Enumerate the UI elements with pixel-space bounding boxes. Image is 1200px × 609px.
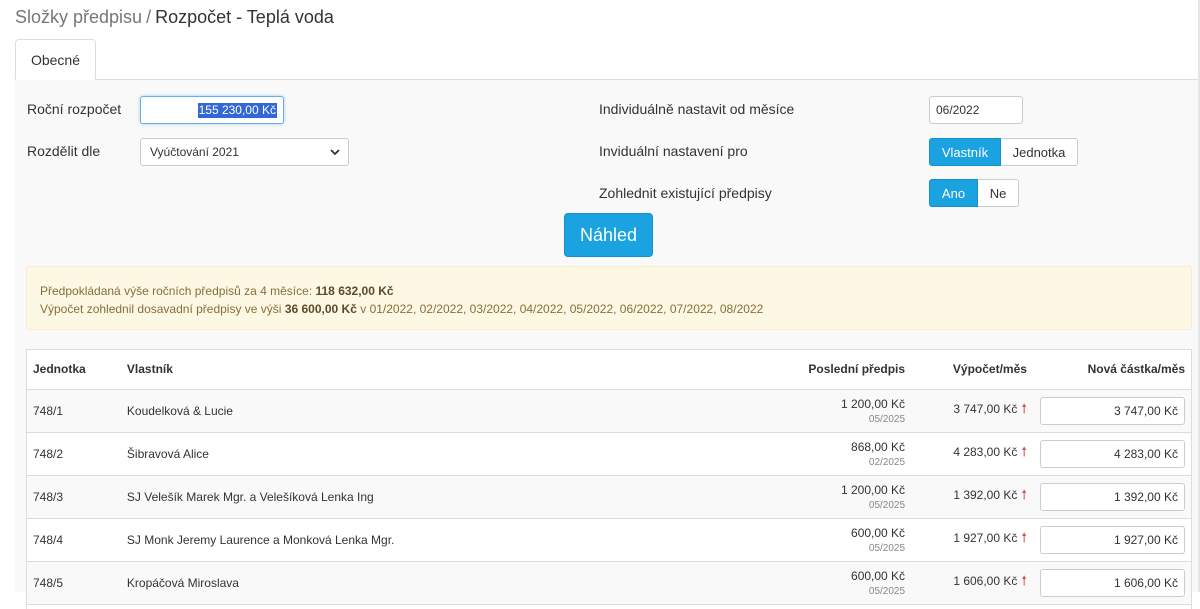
cell-new: 4 283,00 Kč (1032, 432, 1191, 476)
last-amount: 600,00 Kč (851, 568, 906, 583)
individual-from-input[interactable]: 06/2022 (929, 96, 1023, 124)
cell-new: 3 747,00 Kč (1032, 389, 1191, 433)
alert-line-2-prefix: Výpočet zohlednil dosavadní předpisy ve … (40, 302, 282, 316)
table-row: 748/2 Šibravová Alice 868,00 Kč 02/2025 4… (27, 432, 1191, 476)
yes-option-button[interactable]: Ano (929, 179, 978, 207)
preview-button[interactable]: Náhled (564, 213, 653, 257)
column-header-new[interactable]: Nová částka/měs (1032, 350, 1191, 390)
cell-unit: 748/2 (27, 432, 121, 476)
consider-existing-label: Zohlednit existující předpisy (599, 185, 772, 201)
split-by-value: Vyúčtování 2021 (150, 145, 239, 159)
last-amount: 1 200,00 Kč (841, 396, 906, 411)
no-option-button[interactable]: Ne (978, 179, 1019, 207)
arrow-up-icon: 🠕 (1021, 443, 1027, 459)
table-row: 748/3 SJ Velešík Marek Mgr. a Velešíková… (27, 475, 1191, 519)
column-header-unit[interactable]: Jednotka (27, 350, 121, 390)
arrow-up-icon: 🠕 (1021, 529, 1027, 545)
table-row: 748/5 Kropáčová Miroslava 600,00 Kč 05/20… (27, 561, 1191, 605)
alert-line-1-amount: 118 632,00 Kč (315, 284, 394, 298)
arrow-up-icon: 🠕 (1021, 486, 1027, 502)
cell-owner: Koudelková & Lucie (120, 389, 680, 433)
individual-from-label: Individuálně nastavit od měsíce (599, 101, 795, 117)
cell-last: 600,00 Kč 05/2025 (679, 518, 912, 562)
page-title: Rozpočet - Teplá voda (155, 7, 334, 27)
owner-option-button[interactable]: Vlastník (929, 138, 1001, 166)
breadcrumb-parent[interactable]: Složky předpisu (15, 7, 142, 27)
last-date: 02/2025 (868, 456, 906, 468)
cell-calc: 1 927,00 Kč 🠕 (911, 518, 1033, 562)
column-header-last[interactable]: Poslední předpis (679, 350, 912, 390)
individual-from-value: 06/2022 (936, 103, 980, 117)
cell-owner: Kropáčová Miroslava (120, 561, 680, 605)
split-by-select[interactable]: Vyúčtování 2021 (140, 138, 349, 166)
cell-unit: 748/4 (27, 518, 121, 562)
cell-calc: 1 606,00 Kč 🠕 (911, 561, 1033, 605)
cell-calc: 1 392,00 Kč 🠕 (911, 475, 1033, 519)
alert-line-2: Výpočet zohlednil dosavadní předpisy ve … (40, 300, 1178, 318)
last-date: 05/2025 (868, 542, 906, 554)
cell-unit: 748/3 (27, 475, 121, 519)
breadcrumb: Složky předpisu / Rozpočet - Teplá voda (15, 7, 334, 28)
calc-amount: 1 392,00 Kč (953, 487, 1018, 502)
alert-line-2-suffix: v 01/2022, 02/2022, 03/2022, 04/2022, 05… (360, 302, 764, 316)
table-row: 748/1 Koudelková & Lucie 1 200,00 Kč 05/2… (27, 389, 1191, 433)
annual-budget-label: Roční rozpočet (27, 101, 122, 117)
calc-amount: 4 283,00 Kč (953, 444, 1018, 459)
annual-budget-input[interactable]: 155 230,00 Kč (140, 96, 284, 124)
table-row: 748/4 SJ Monk Jeremy Laurence a Monková … (27, 518, 1191, 562)
cell-calc: 3 747,00 Kč 🠕 (911, 389, 1033, 433)
alert-line-2-amount: 36 600,00 Kč (284, 302, 357, 316)
allocation-table: Jednotka Vlastník Poslední předpis Výpoč… (27, 350, 1191, 605)
individual-for-toggle: Vlastník Jednotka (929, 138, 1078, 166)
cell-owner: SJ Velešík Marek Mgr. a Velešíková Lenka… (120, 475, 680, 519)
last-date: 05/2025 (868, 413, 906, 425)
alert-line-1-prefix: Předpokládaná výše ročních předpisů za 4… (40, 284, 313, 298)
cell-last: 868,00 Kč 02/2025 (679, 432, 912, 476)
cell-calc: 4 283,00 Kč 🠕 (911, 432, 1033, 476)
new-amount-input[interactable]: 1 606,00 Kč (1040, 568, 1185, 597)
new-amount-input[interactable]: 4 283,00 Kč (1040, 439, 1185, 468)
consider-existing-toggle: Ano Ne (929, 179, 1019, 207)
new-amount-input[interactable]: 3 747,00 Kč (1040, 396, 1185, 425)
calc-amount: 1 927,00 Kč (953, 530, 1018, 545)
chevron-down-icon (330, 149, 340, 156)
table-header-row: Jednotka Vlastník Poslední předpis Výpoč… (27, 350, 1191, 390)
tab-general[interactable]: Obecné (15, 39, 96, 80)
calc-amount: 3 747,00 Kč (953, 401, 1018, 416)
breadcrumb-separator: / (146, 7, 152, 27)
annual-budget-value: 155 230,00 Kč (197, 103, 277, 118)
cell-unit: 748/5 (27, 561, 121, 605)
column-header-owner[interactable]: Vlastník (120, 350, 680, 390)
last-amount: 600,00 Kč (851, 525, 906, 540)
cell-new: 1 927,00 Kč (1032, 518, 1191, 562)
cell-new: 1 606,00 Kč (1032, 561, 1191, 605)
cell-last: 1 200,00 Kč 05/2025 (679, 389, 912, 433)
arrow-up-icon: 🠕 (1021, 572, 1027, 588)
alert-line-1: Předpokládaná výše ročních předpisů za 4… (40, 282, 1178, 300)
last-date: 05/2025 (868, 585, 906, 597)
split-by-label: Rozdělit dle (27, 143, 101, 159)
last-amount: 1 200,00 Kč (841, 482, 906, 497)
new-amount-input[interactable]: 1 927,00 Kč (1040, 525, 1185, 554)
last-amount: 868,00 Kč (851, 439, 906, 454)
calc-amount: 1 606,00 Kč (953, 573, 1018, 588)
individual-for-label: Inviduální nastavení pro (599, 143, 748, 159)
cell-last: 1 200,00 Kč 05/2025 (679, 475, 912, 519)
new-amount-input[interactable]: 1 392,00 Kč (1040, 482, 1185, 511)
cell-new: 1 392,00 Kč (1032, 475, 1191, 519)
arrow-up-icon: 🠕 (1021, 400, 1027, 416)
column-header-calc[interactable]: Výpočet/měs (911, 350, 1033, 390)
cell-owner: Šibravová Alice (120, 432, 680, 476)
last-date: 05/2025 (868, 499, 906, 511)
info-alert: Předpokládaná výše ročních předpisů za 4… (26, 266, 1192, 330)
cell-unit: 748/1 (27, 389, 121, 433)
cell-owner: SJ Monk Jeremy Laurence a Monková Lenka … (120, 518, 680, 562)
unit-option-button[interactable]: Jednotka (1001, 138, 1078, 166)
cell-last: 600,00 Kč 05/2025 (679, 561, 912, 605)
allocation-table-container: Jednotka Vlastník Poslední předpis Výpoč… (26, 349, 1192, 609)
